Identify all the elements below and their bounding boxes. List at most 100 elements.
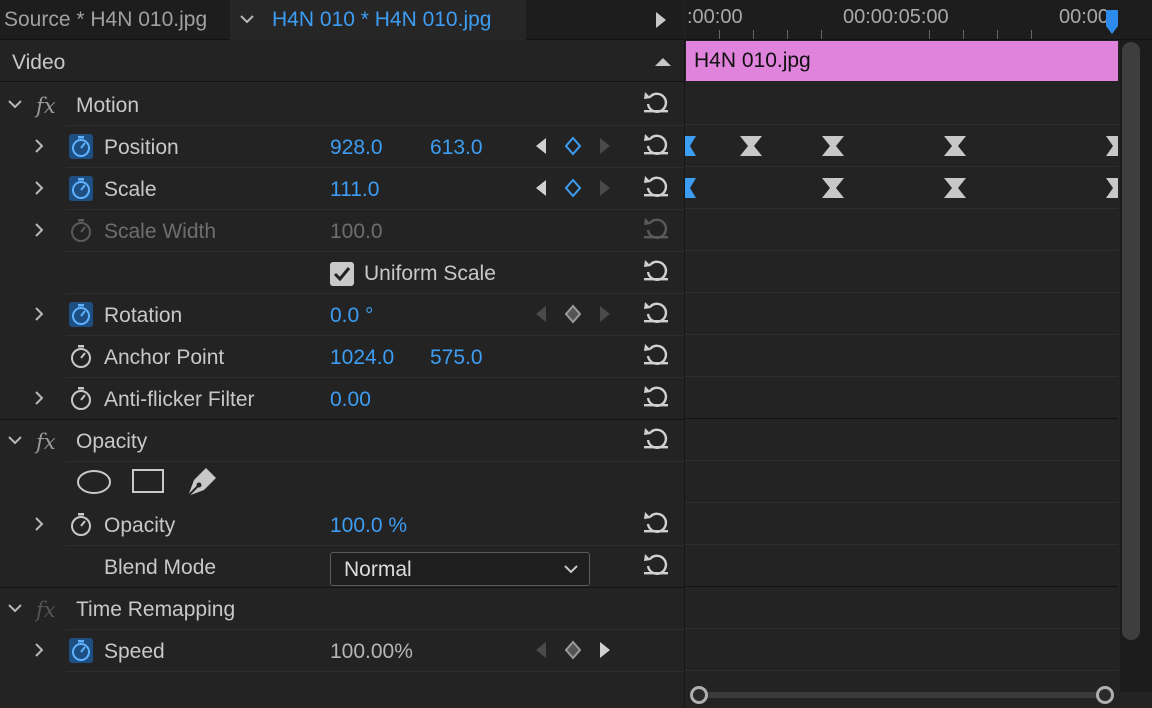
stopwatch-active-icon[interactable] bbox=[68, 132, 94, 160]
anti-flicker-value[interactable]: 0.00 bbox=[330, 378, 371, 420]
horizontal-zoom-bar[interactable] bbox=[700, 692, 1106, 698]
fx-icon: fx bbox=[36, 598, 56, 622]
chevron-right-icon[interactable] bbox=[32, 180, 46, 196]
reset-icon bbox=[644, 218, 668, 239]
next-keyframe-icon[interactable] bbox=[598, 178, 612, 198]
reset-icon[interactable] bbox=[642, 424, 670, 450]
anchor-y-value[interactable]: 575.0 bbox=[430, 336, 483, 378]
fx-icon[interactable]: fx bbox=[36, 420, 56, 462]
keyframe-marker[interactable] bbox=[685, 178, 697, 198]
reset-icon[interactable] bbox=[642, 130, 670, 156]
next-keyframe-icon[interactable] bbox=[598, 136, 612, 156]
pen-mask-icon[interactable] bbox=[184, 464, 220, 498]
section-title: Video bbox=[12, 51, 66, 74]
reset-icon[interactable] bbox=[642, 382, 670, 408]
reset-icon[interactable] bbox=[642, 256, 670, 282]
clip-bar[interactable]: H4N 010.jpg bbox=[686, 41, 1118, 81]
vertical-scroll-thumb[interactable] bbox=[1122, 42, 1140, 640]
rotation-value[interactable]: 0.0 ° bbox=[330, 294, 373, 336]
speed-value[interactable]: 100.00% bbox=[330, 630, 413, 672]
zoom-handle-left[interactable] bbox=[690, 686, 708, 704]
stopwatch-active-icon[interactable] bbox=[68, 174, 94, 202]
zoom-handle-right[interactable] bbox=[1096, 686, 1114, 704]
playhead-icon[interactable] bbox=[1104, 8, 1120, 36]
reset-icon[interactable] bbox=[642, 550, 670, 576]
tab-effect-controls[interactable]: H4N 010 * H4N 010.jpg bbox=[230, 0, 526, 40]
tab-effect-controls-label: H4N 010 * H4N 010.jpg bbox=[272, 8, 492, 31]
position-x-value[interactable]: 928.0 bbox=[330, 126, 383, 168]
property-label: Position bbox=[104, 136, 179, 159]
video-section-header: Video bbox=[0, 42, 684, 82]
reset-icon[interactable] bbox=[642, 88, 670, 114]
property-blend-mode: Blend Mode Normal bbox=[0, 546, 684, 588]
keyframe-marker[interactable] bbox=[685, 136, 697, 156]
property-scale-width: Scale Width 100.0 bbox=[0, 210, 684, 252]
property-label: Anchor Point bbox=[104, 346, 225, 369]
property-opacity: Opacity 100.0 % bbox=[0, 504, 684, 546]
property-anchor-point: Anchor Point 1024.0 575.0 bbox=[0, 336, 684, 378]
previous-keyframe-icon[interactable] bbox=[534, 178, 548, 198]
uniform-scale-label[interactable]: Uniform Scale bbox=[364, 252, 496, 294]
stopwatch-active-icon[interactable] bbox=[68, 636, 94, 664]
keyframe-marker[interactable] bbox=[740, 136, 762, 156]
stopwatch-active-icon[interactable] bbox=[68, 300, 94, 328]
previous-keyframe-icon[interactable] bbox=[534, 304, 548, 324]
stopwatch-icon[interactable] bbox=[68, 510, 94, 538]
chevron-down-icon[interactable] bbox=[7, 434, 23, 446]
keyframe-marker[interactable] bbox=[1106, 178, 1118, 198]
chevron-down-icon[interactable] bbox=[238, 12, 256, 26]
opacity-value[interactable]: 100.0 % bbox=[330, 504, 407, 546]
reset-icon[interactable] bbox=[642, 298, 670, 324]
effect-opacity[interactable]: fx Opacity bbox=[0, 420, 684, 462]
chevron-right-icon[interactable] bbox=[32, 306, 46, 322]
keyframe-marker[interactable] bbox=[1106, 136, 1118, 156]
clip-name: H4N 010.jpg bbox=[694, 49, 811, 72]
add-keyframe-icon[interactable] bbox=[564, 178, 582, 198]
keyframe-marker[interactable] bbox=[944, 136, 966, 156]
reset-icon[interactable] bbox=[642, 172, 670, 198]
fx-icon[interactable]: fx bbox=[36, 84, 56, 126]
anchor-x-value[interactable]: 1024.0 bbox=[330, 336, 394, 378]
position-y-value[interactable]: 613.0 bbox=[430, 126, 483, 168]
reset-icon[interactable] bbox=[642, 340, 670, 366]
chevron-down-icon[interactable] bbox=[7, 602, 23, 614]
blend-mode-select[interactable]: Normal bbox=[330, 552, 590, 586]
chevron-right-icon[interactable] bbox=[32, 516, 46, 532]
property-rotation: Rotation 0.0 ° bbox=[0, 294, 684, 336]
effect-time-remapping[interactable]: fx Time Remapping bbox=[0, 588, 684, 630]
chevron-down-icon bbox=[564, 565, 578, 574]
mask-tools bbox=[0, 462, 684, 504]
timecode-label: :00:00 bbox=[687, 6, 743, 28]
previous-keyframe-icon[interactable] bbox=[534, 640, 548, 660]
chevron-right-icon[interactable] bbox=[32, 390, 46, 406]
add-keyframe-icon[interactable] bbox=[564, 640, 582, 660]
property-label: Opacity bbox=[104, 514, 176, 537]
timecode-label: 00:00 bbox=[1059, 6, 1110, 28]
stopwatch-icon[interactable] bbox=[68, 384, 94, 412]
chevron-down-icon[interactable] bbox=[7, 98, 23, 110]
scale-value[interactable]: 111.0 bbox=[330, 168, 379, 210]
property-label: Speed bbox=[104, 640, 165, 663]
next-keyframe-icon[interactable] bbox=[598, 304, 612, 324]
ellipse-mask-icon[interactable] bbox=[76, 468, 112, 496]
uniform-scale-checkbox[interactable] bbox=[330, 262, 354, 286]
previous-keyframe-icon[interactable] bbox=[534, 136, 548, 156]
timeline-ruler[interactable]: :00:00 00:00:05:00 00:00 bbox=[685, 0, 1152, 40]
collapse-up-icon[interactable] bbox=[654, 56, 672, 68]
effect-motion[interactable]: fx Motion bbox=[0, 84, 684, 126]
add-keyframe-icon[interactable] bbox=[564, 304, 582, 324]
next-keyframe-icon[interactable] bbox=[598, 640, 612, 660]
chevron-right-icon[interactable] bbox=[32, 222, 46, 238]
panel-expand-icon[interactable] bbox=[653, 10, 669, 30]
chevron-right-icon[interactable] bbox=[32, 642, 46, 658]
property-label: Scale Width bbox=[104, 220, 217, 243]
chevron-right-icon[interactable] bbox=[32, 138, 46, 154]
add-keyframe-icon[interactable] bbox=[564, 136, 582, 156]
keyframe-marker[interactable] bbox=[944, 178, 966, 198]
keyframe-marker[interactable] bbox=[822, 178, 844, 198]
stopwatch-icon[interactable] bbox=[68, 342, 94, 370]
rectangle-mask-icon[interactable] bbox=[131, 467, 165, 495]
keyframe-marker[interactable] bbox=[822, 136, 844, 156]
tab-source-monitor[interactable]: Source * H4N 010.jpg bbox=[4, 0, 207, 40]
reset-icon[interactable] bbox=[642, 508, 670, 534]
